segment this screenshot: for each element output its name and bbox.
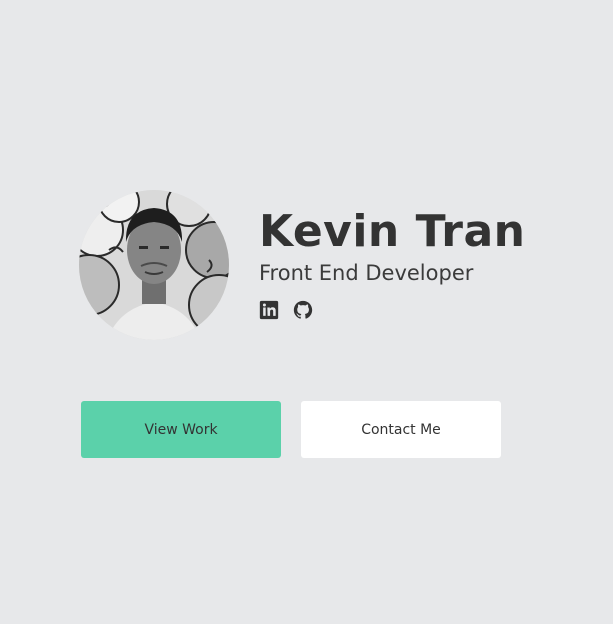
hero-section: Kevin Tran Front End Developer <box>79 190 525 340</box>
linkedin-link[interactable] <box>259 300 279 320</box>
github-link[interactable] <box>293 300 313 320</box>
contact-me-button[interactable]: Contact Me <box>301 401 501 458</box>
profile-row: Kevin Tran Front End Developer <box>79 190 525 340</box>
view-work-button[interactable]: View Work <box>81 401 281 458</box>
linkedin-icon <box>259 300 279 320</box>
profile-role: Front End Developer <box>259 261 474 285</box>
social-links <box>259 300 525 320</box>
profile-name: Kevin Tran <box>259 206 526 257</box>
avatar-photo <box>79 190 229 340</box>
profile-info: Kevin Tran Front End Developer <box>259 208 525 320</box>
github-icon <box>293 300 313 319</box>
avatar <box>79 190 229 340</box>
action-buttons: View Work Contact Me <box>81 401 501 458</box>
